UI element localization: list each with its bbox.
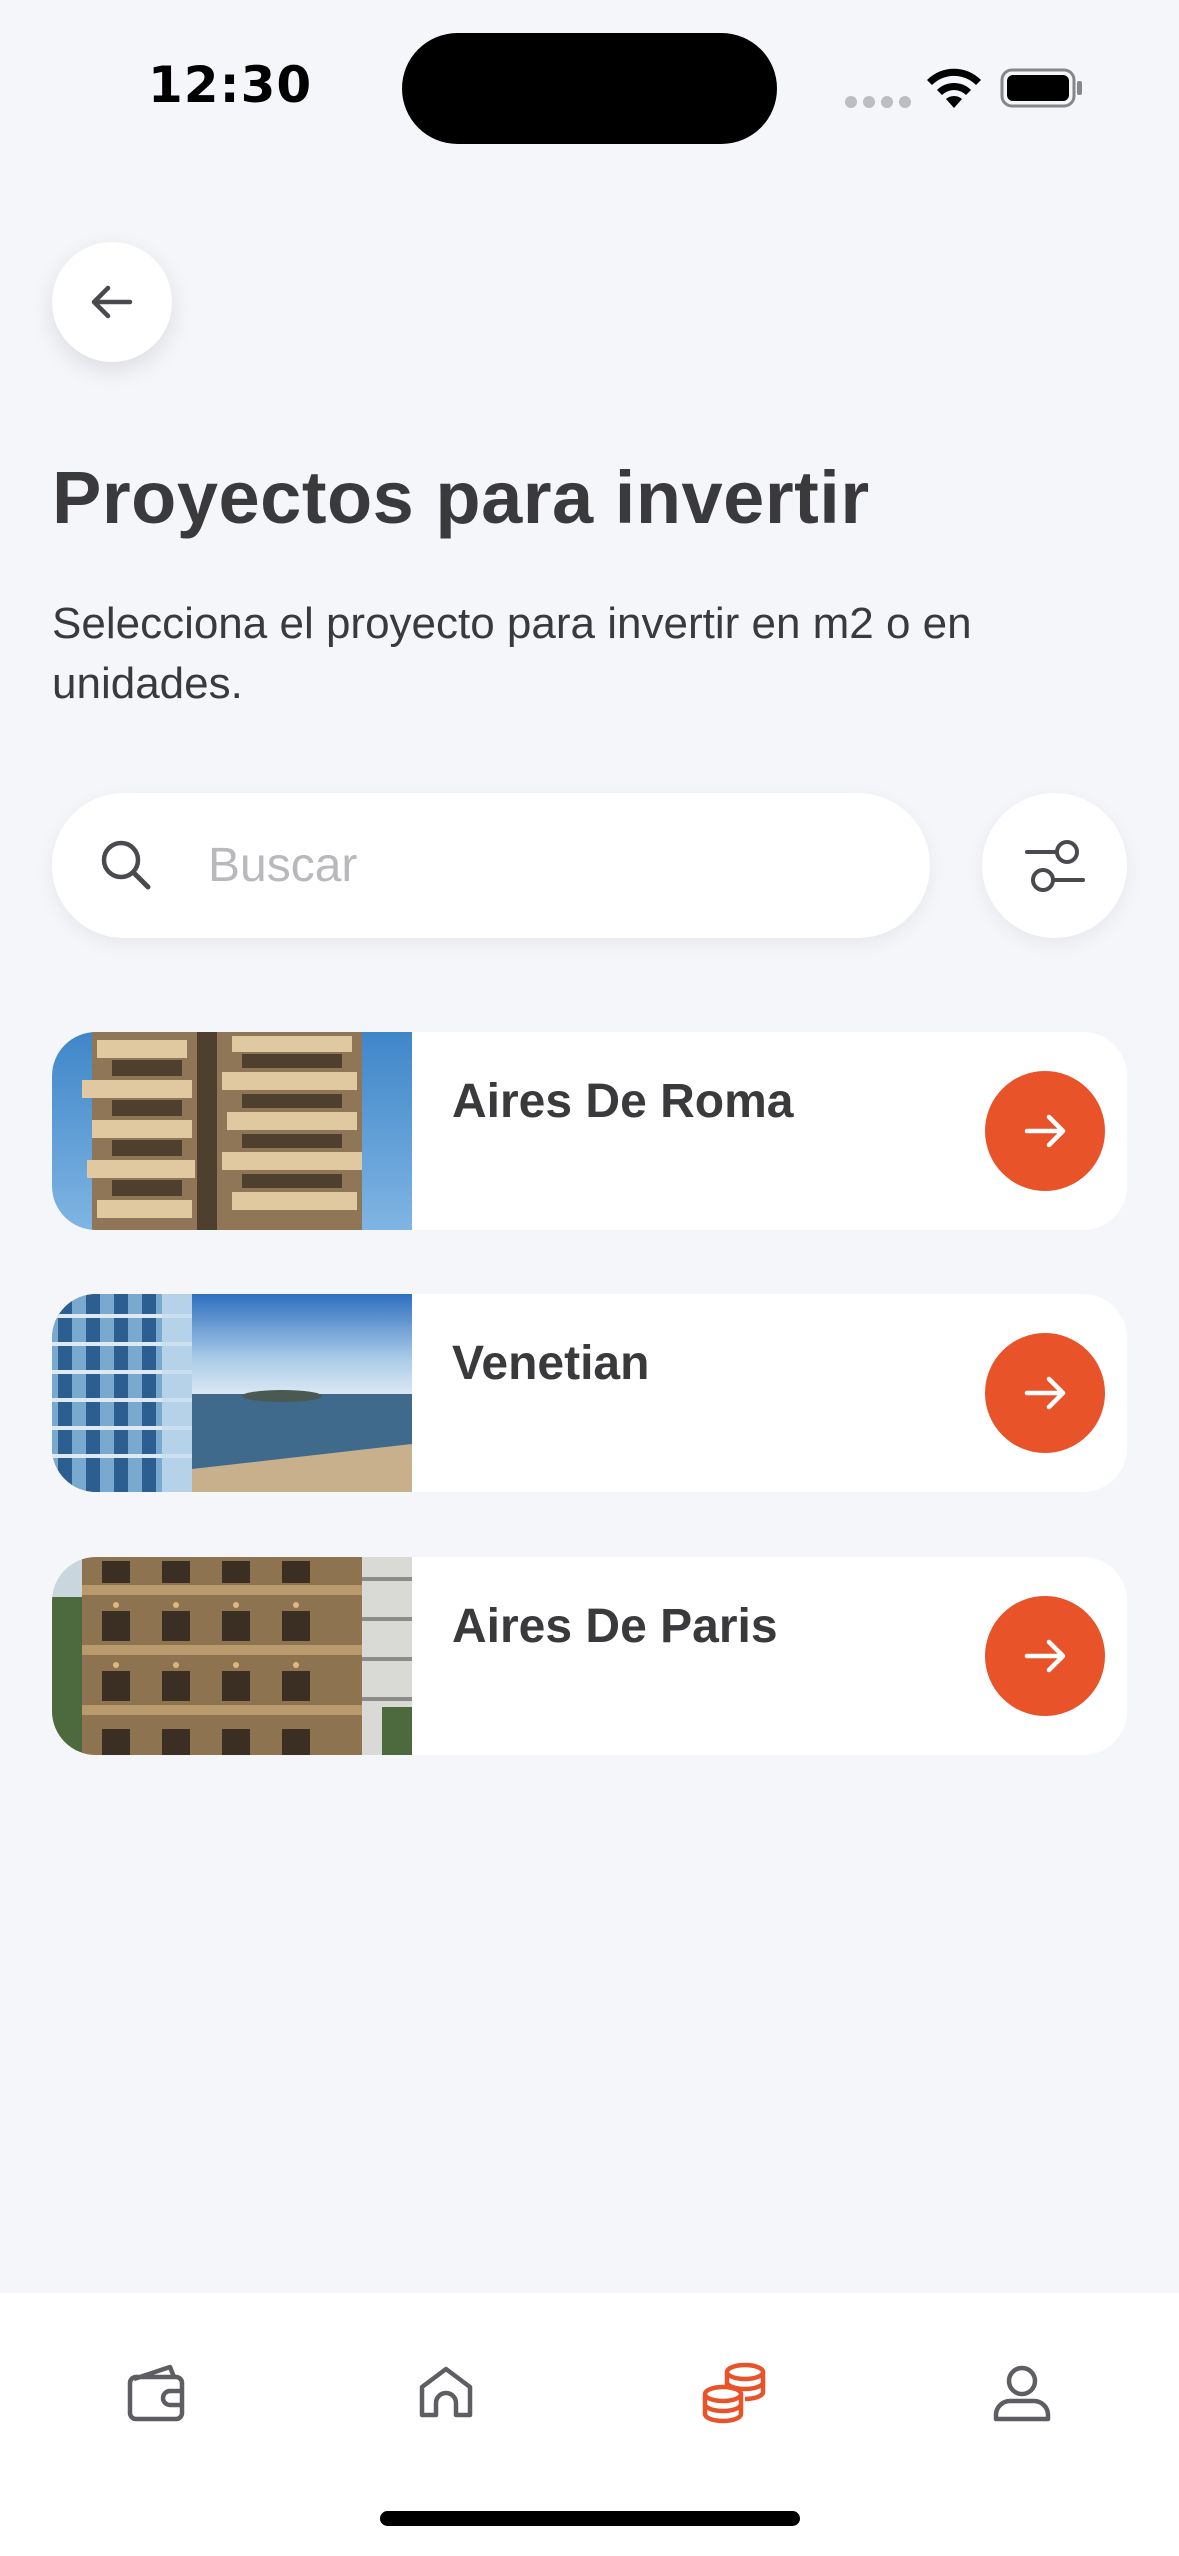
arrow-right-icon xyxy=(1024,1639,1066,1673)
project-card[interactable]: Aires De Roma xyxy=(52,1032,1127,1230)
arrow-left-icon xyxy=(91,285,133,319)
project-name: Aires De Roma xyxy=(452,1075,794,1128)
dynamic-island xyxy=(402,33,777,144)
wifi-icon xyxy=(927,68,981,108)
tab-profile[interactable] xyxy=(972,2343,1072,2443)
search-input[interactable] xyxy=(208,829,888,901)
project-name: Aires De Paris xyxy=(452,1600,778,1653)
arrow-right-icon xyxy=(1024,1114,1066,1148)
project-name: Venetian xyxy=(452,1337,650,1390)
status-bar: 12:30 xyxy=(0,0,1179,160)
project-card[interactable]: Aires De Paris xyxy=(52,1557,1127,1755)
page-subtitle: Selecciona el proyecto para invertir en … xyxy=(52,599,972,708)
status-time: 12:30 xyxy=(148,56,313,114)
open-project-button[interactable] xyxy=(985,1071,1105,1191)
home-icon xyxy=(419,2366,473,2418)
filter-button[interactable] xyxy=(982,793,1127,938)
search-icon xyxy=(101,840,151,890)
project-thumbnail xyxy=(52,1032,412,1230)
back-button[interactable] xyxy=(52,242,172,362)
project-thumbnail xyxy=(52,1294,412,1492)
arrow-right-icon xyxy=(1024,1376,1066,1410)
wallet-icon xyxy=(127,2364,185,2422)
tab-wallet[interactable] xyxy=(108,2343,208,2443)
coins-stack-icon xyxy=(702,2362,766,2424)
tab-home[interactable] xyxy=(396,2343,496,2443)
project-thumbnail xyxy=(52,1557,412,1755)
tab-invest[interactable] xyxy=(684,2343,784,2443)
home-indicator xyxy=(380,2511,800,2526)
open-project-button[interactable] xyxy=(985,1596,1105,1716)
page-title: Proyectos para invertir xyxy=(52,456,870,539)
search-box[interactable] xyxy=(52,793,930,938)
open-project-button[interactable] xyxy=(985,1333,1105,1453)
profile-icon xyxy=(993,2365,1051,2422)
cellular-signal-icon xyxy=(845,96,911,108)
project-card[interactable]: Venetian xyxy=(52,1294,1127,1492)
battery-icon xyxy=(1000,68,1082,108)
filter-sliders-icon xyxy=(1024,839,1085,892)
